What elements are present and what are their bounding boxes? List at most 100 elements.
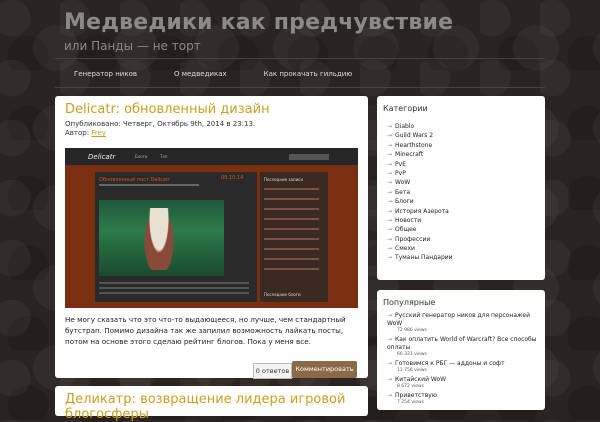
nav-divider (55, 87, 545, 88)
screenshot-logo: Delicatr (88, 153, 116, 161)
screenshot-text-line (99, 282, 249, 284)
post-card: Деликатр: возвращение лидера игровой бло… (55, 386, 368, 422)
popular-list: → Русский генератор ников для персонажей … (387, 312, 543, 408)
arrow-right-icon: → (387, 336, 393, 343)
screenshot-sidebar-line (264, 268, 319, 270)
category-item[interactable]: → Бета (387, 188, 453, 197)
post-title[interactable]: Деликатр: возвращение лидера игровой бло… (65, 392, 368, 422)
comments-count-button[interactable]: 0 ответов (253, 363, 292, 379)
arrow-right-icon: → (387, 360, 393, 367)
arrow-right-icon: → (387, 188, 393, 196)
screenshot-nav-top: Топ (160, 154, 168, 159)
popular-item-link[interactable]: → Китайский WoW (387, 376, 543, 384)
nav-item-about[interactable]: О медведиках (155, 64, 245, 86)
screenshot-sidebar-line (264, 228, 319, 230)
screenshot-content: Обновленный пост Delicatr 09.10.14 (95, 172, 257, 302)
post-author-label: Автор: (65, 129, 90, 137)
arrow-right-icon: → (387, 123, 393, 130)
popular-item-link[interactable]: → Готовимся к РБГ — аддоны и софт (387, 360, 543, 368)
post-image[interactable]: Delicatr Блоги Топ Обновленный пост Deli… (65, 148, 358, 308)
arrow-right-icon: → (387, 132, 393, 140)
category-item[interactable]: → Новости (387, 216, 453, 225)
screenshot-nav-blogs: Блоги (135, 154, 148, 159)
popular-item-title: Русский генератор ников для персонажей W… (387, 312, 531, 327)
arrow-right-icon: → (387, 179, 393, 187)
popular-widget: Популярные → Русский генератор ников для … (377, 290, 545, 410)
category-label: PvE (395, 160, 406, 168)
comment-button[interactable]: Комментировать (292, 361, 357, 378)
category-label: Бета (395, 188, 411, 196)
category-item[interactable]: → Смехи (387, 244, 453, 253)
popular-item-views: 66 321 views (397, 352, 427, 357)
screenshot-photo-figure (144, 208, 174, 270)
arrow-right-icon: → (387, 207, 393, 215)
category-item[interactable]: → Minecraft (387, 150, 453, 159)
popular-item-link[interactable]: → Русский генератор ников для персонажей … (387, 312, 543, 328)
arrow-right-icon: → (387, 216, 393, 224)
arrow-right-icon: → (387, 151, 393, 159)
category-label: Блоги (395, 198, 414, 206)
screenshot-photo (99, 200, 224, 276)
screenshot-sidebar-heading: Последние записи (264, 177, 303, 182)
popular-item-title: Китайский WoW (395, 376, 447, 383)
category-item[interactable]: → Общее (387, 225, 453, 234)
post-author-line: Автор: Frey (65, 129, 106, 137)
screenshot-sidebar-line (264, 208, 319, 210)
popular-item-link[interactable]: → Как оплатить World of Warcraft? Все спо… (387, 336, 543, 352)
category-item[interactable]: → PvE (387, 160, 453, 169)
categories-title: Категории (383, 104, 428, 113)
screenshot-sidebar-line (264, 238, 319, 240)
screenshot-sidebar-line (264, 248, 319, 250)
category-item[interactable]: → Diablo (387, 122, 453, 131)
category-item[interactable]: → История Азерота (387, 207, 453, 216)
site-description: или Панды — не торт (64, 39, 201, 53)
popular-item: → Китайский WoW 8 672 views (387, 376, 543, 389)
arrow-right-icon: → (387, 160, 393, 168)
screenshot-sidebar-heading-2: Последние блоги (264, 292, 301, 297)
popular-item: → Готовимся к РБГ — аддоны и софт 11 756 … (387, 360, 543, 373)
screenshot-sidebar-line (264, 198, 319, 200)
popular-item-views: 8 672 views (397, 384, 425, 389)
nav-item-guild-leveling[interactable]: Как прокачать гильдию (245, 64, 371, 86)
arrow-right-icon: → (387, 392, 393, 399)
arrow-right-icon: → (387, 169, 393, 177)
category-label: Hearthstone (395, 141, 433, 149)
main-nav: Генератор ников О медведиках Как прокача… (55, 64, 545, 86)
post-date: Опубликовано: Четверг, Октябрь 9th, 2014… (65, 120, 256, 128)
screenshot-sidebar-line (264, 188, 319, 190)
screenshot-sidebar-line (264, 218, 319, 220)
category-item[interactable]: → PvP (387, 169, 453, 178)
category-item[interactable]: → Блоги (387, 197, 453, 206)
popular-item-title: Приветствую (395, 392, 437, 399)
header-divider (55, 58, 545, 59)
category-label: История Азерота (395, 207, 449, 215)
category-item[interactable]: → Туманы Пандарии (387, 253, 453, 262)
post-excerpt: Не могу сказать что это что-то выдающеес… (65, 315, 346, 346)
screenshot-text-line (99, 292, 249, 294)
category-item[interactable]: → WoW (387, 178, 453, 187)
arrow-right-icon: → (387, 141, 393, 149)
category-item[interactable]: → Guild Wars 2 (387, 131, 453, 140)
category-item[interactable]: → Hearthstone (387, 141, 453, 150)
category-label: Minecraft (395, 151, 424, 159)
screenshot-sidebar-line (264, 258, 319, 260)
screenshot-date: 09.10.14 (221, 175, 244, 181)
arrow-right-icon: → (387, 312, 393, 319)
arrow-right-icon: → (387, 376, 393, 383)
post-author-link[interactable]: Frey (91, 129, 106, 137)
arrow-right-icon: → (387, 254, 393, 262)
popular-item-link[interactable]: → Приветствую (387, 392, 543, 400)
arrow-right-icon: → (387, 226, 393, 234)
category-label: Diablo (395, 123, 415, 130)
post-title[interactable]: Delicatr: обновленный дизайн (65, 102, 270, 117)
popular-item: → Русский генератор ников для персонажей … (387, 312, 543, 333)
category-label: Guild Wars 2 (395, 132, 434, 140)
category-label: Смехи (395, 245, 415, 253)
arrow-right-icon: → (387, 198, 393, 206)
nav-item-nick-generator[interactable]: Генератор ников (55, 64, 155, 86)
site-title[interactable]: Медведики как предчувствие (64, 10, 453, 35)
arrow-right-icon: → (387, 235, 393, 243)
category-label: Туманы Пандарии (395, 254, 453, 262)
category-label: Профессии (395, 235, 431, 243)
category-item[interactable]: → Профессии (387, 235, 453, 244)
